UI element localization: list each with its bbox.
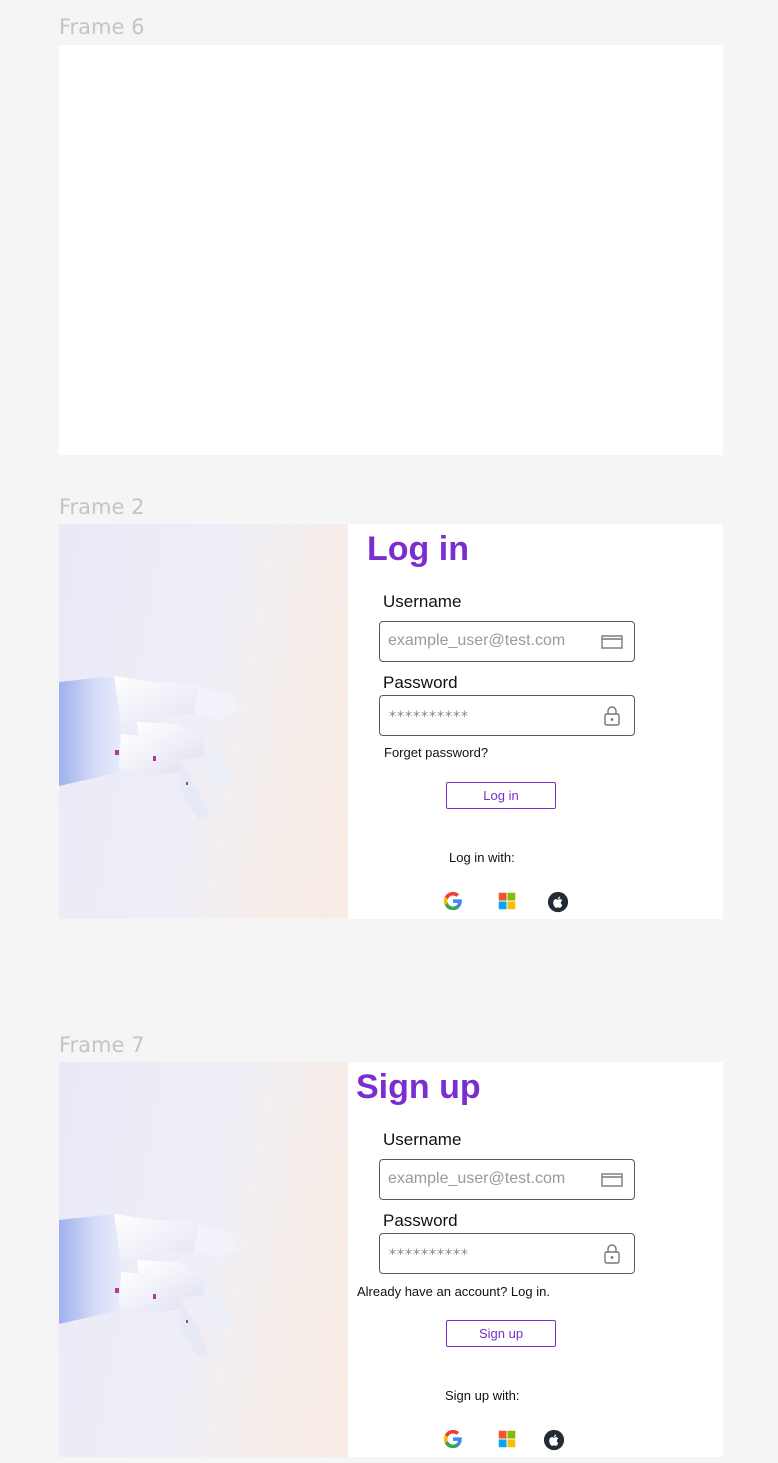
robot-hand-image	[59, 1062, 348, 1457]
google-icon[interactable]	[442, 890, 464, 912]
frame-6	[59, 45, 723, 455]
microsoft-icon[interactable]	[496, 1428, 518, 1450]
username-value: example_user@test.com	[388, 1170, 566, 1187]
password-label: Password	[383, 673, 458, 692]
username-input[interactable]: example_user@test.com	[379, 1159, 635, 1200]
password-value: **********	[389, 1247, 469, 1263]
username-label: Username	[383, 592, 462, 611]
page-title: Sign up	[356, 1068, 481, 1106]
password-label: Password	[383, 1211, 458, 1230]
username-input[interactable]: example_user@test.com	[379, 621, 635, 662]
password-input[interactable]: **********	[379, 1233, 635, 1274]
social-signup-label: Sign up with:	[445, 1388, 520, 1403]
password-value: **********	[389, 709, 469, 725]
frame-6-label: Frame 6	[59, 15, 145, 39]
mail-icon	[601, 635, 623, 649]
social-login-label: Log in with:	[449, 850, 515, 865]
password-input[interactable]: **********	[379, 695, 635, 736]
username-value: example_user@test.com	[388, 632, 566, 649]
mail-icon	[601, 1173, 623, 1187]
login-button[interactable]: Log in	[446, 782, 556, 809]
frame-7-signup: Sign up Username example_user@test.com P…	[59, 1062, 723, 1457]
frame-2-label: Frame 2	[59, 495, 145, 519]
lock-icon	[604, 706, 620, 726]
login-panel: Log in Username example_user@test.com Pa…	[348, 524, 723, 919]
username-label: Username	[383, 1130, 462, 1149]
microsoft-icon[interactable]	[496, 890, 518, 912]
apple-icon[interactable]	[547, 891, 569, 913]
apple-icon[interactable]	[543, 1429, 565, 1451]
login-link[interactable]: Already have an account? Log in.	[357, 1284, 550, 1299]
robot-hand-image	[59, 524, 348, 919]
frame-2-login: Log in Username example_user@test.com Pa…	[59, 524, 723, 919]
signup-panel: Sign up Username example_user@test.com P…	[348, 1062, 723, 1457]
google-icon[interactable]	[442, 1428, 464, 1450]
lock-icon	[604, 1244, 620, 1264]
signup-button[interactable]: Sign up	[446, 1320, 556, 1347]
frame-7-label: Frame 7	[59, 1033, 145, 1057]
page-title: Log in	[367, 530, 469, 568]
forget-password-link[interactable]: Forget password?	[384, 745, 488, 760]
